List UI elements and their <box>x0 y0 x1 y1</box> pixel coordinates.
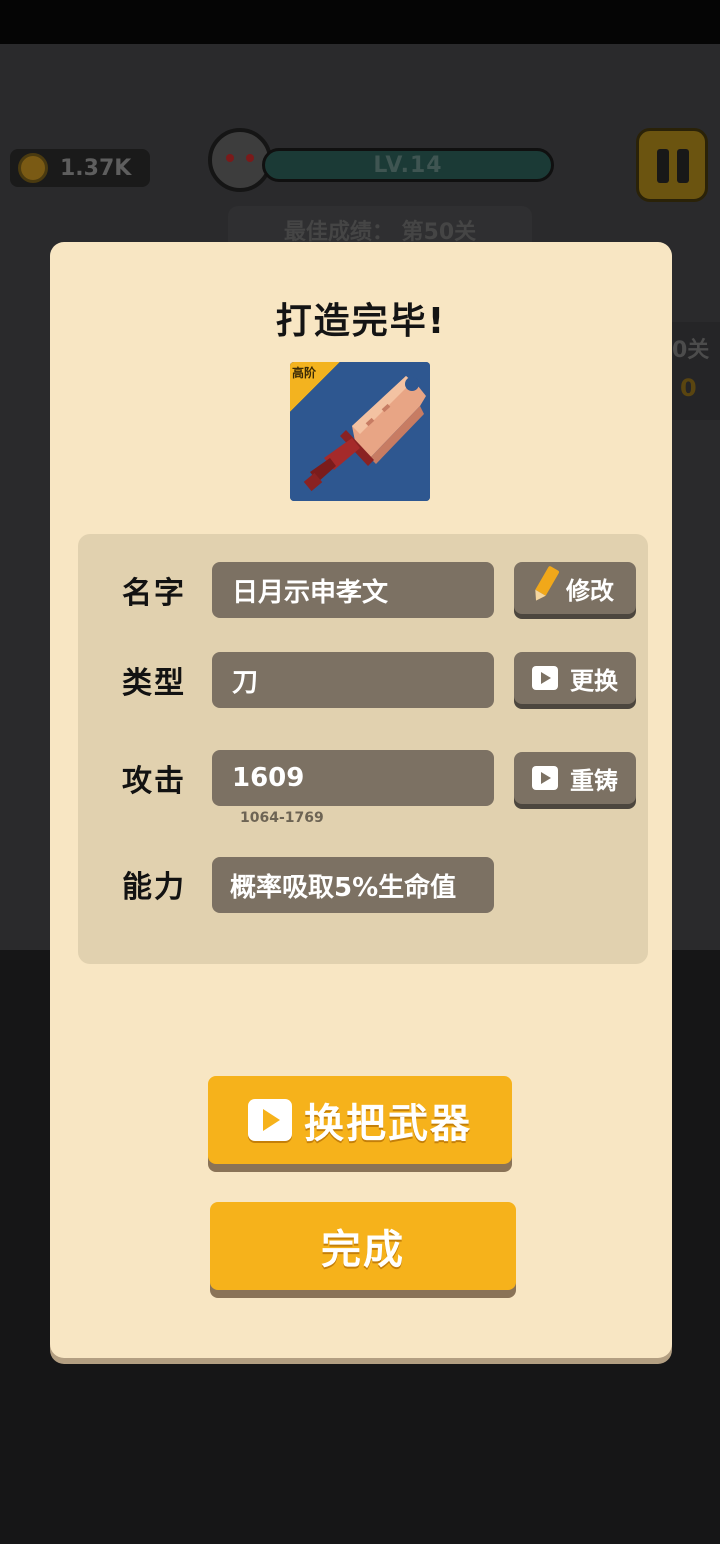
change-type-button[interactable]: 更换 <box>514 652 636 704</box>
type-label: 类型 <box>122 666 186 701</box>
video-ad-icon <box>248 1099 292 1141</box>
side-stage-text: 0关 <box>672 338 710 363</box>
attack-range: 1064-1769 <box>240 810 324 826</box>
reforge-button[interactable]: 重铸 <box>514 752 636 804</box>
side-stage-number: 0 <box>680 374 697 402</box>
name-field: 日月示申孝文 <box>212 562 494 618</box>
coin-amount: 1.37K <box>60 155 132 181</box>
rename-button-label: 修改 <box>566 576 614 605</box>
weapon-stats-panel: 名字 日月示申孝文 修改 类型 刀 更换 攻击 1609 1064-1769 重… <box>78 534 648 964</box>
coin-icon <box>18 153 48 183</box>
coin-counter: 1.37K <box>10 149 150 187</box>
type-field: 刀 <box>212 652 494 708</box>
ability-label: 能力 <box>122 870 186 905</box>
side-stage-card: 0关 0 <box>672 322 720 420</box>
attack-label: 攻击 <box>122 764 186 799</box>
attack-field: 1609 <box>212 750 494 806</box>
change-type-button-label: 更换 <box>570 666 618 695</box>
ability-field: 概率吸取5%生命值 <box>212 857 494 913</box>
rename-button[interactable]: 修改 <box>514 562 636 614</box>
swap-weapon-button-label: 换把武器 <box>304 1101 472 1147</box>
reforge-button-label: 重铸 <box>570 766 618 795</box>
level-progress-bar: LV.14 <box>262 148 554 182</box>
video-ad-icon <box>532 766 558 790</box>
pause-button[interactable] <box>636 128 708 202</box>
status-bar <box>0 0 720 44</box>
weapon-icon-card: 高阶 <box>290 362 430 501</box>
swap-weapon-button[interactable]: 换把武器 <box>208 1076 512 1164</box>
name-label: 名字 <box>122 576 186 611</box>
level-label: LV.14 <box>373 152 443 178</box>
tier-badge-text: 高阶 <box>292 366 317 380</box>
done-button[interactable]: 完成 <box>210 1202 516 1290</box>
video-ad-icon <box>532 666 558 690</box>
done-button-label: 完成 <box>321 1227 405 1273</box>
forge-complete-dialog: 打造完毕! 高阶 名字 日月示申孝文 修改 类型 刀 更换 攻击 1609 10… <box>50 242 672 1358</box>
pencil-icon <box>528 564 563 606</box>
dialog-title: 打造完毕! <box>275 301 447 342</box>
